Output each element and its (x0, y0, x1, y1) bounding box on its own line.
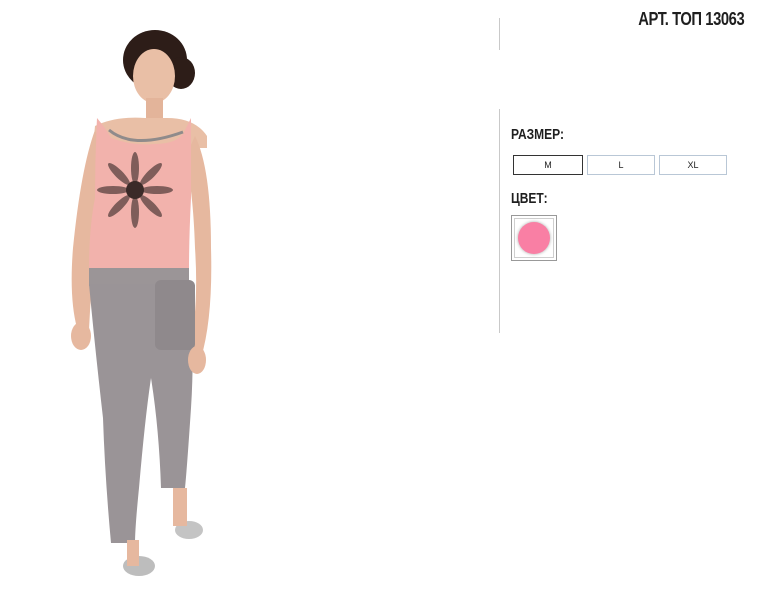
divider-main (499, 109, 500, 333)
size-button-xl[interactable]: XL (659, 155, 727, 175)
size-options: M L XL (513, 155, 727, 175)
size-button-l[interactable]: L (587, 155, 655, 175)
product-photo (55, 18, 230, 590)
color-label: ЦВЕТ: (511, 190, 548, 207)
divider-top (499, 18, 500, 50)
model-illustration (71, 30, 212, 576)
article-number: АРТ. ТОП 13063 (637, 9, 744, 29)
size-button-m[interactable]: M (513, 155, 583, 175)
color-swatch-pink[interactable] (511, 215, 557, 261)
product-page: АРТ. ТОП 13063 РАЗМЕР: M L XL ЦВЕТ: (0, 0, 779, 599)
color-swatch-dot (518, 222, 550, 254)
size-label: РАЗМЕР: (511, 126, 564, 143)
color-swatch-frame (514, 218, 554, 258)
